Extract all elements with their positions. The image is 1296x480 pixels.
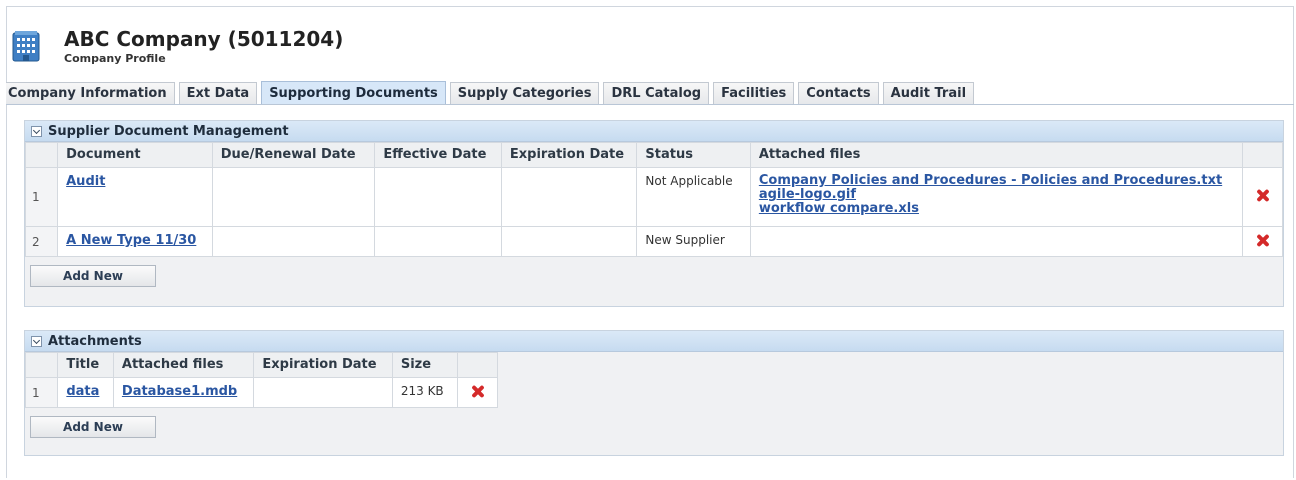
expiration-date-cell [500,226,638,257]
tab-audit-trail[interactable]: Audit Trail [882,82,975,104]
section-header: Supplier Document Management [25,121,1283,142]
delete-column-header [1241,142,1284,168]
attached-file-link[interactable]: Company Policies and Procedures - Polici… [759,174,1234,188]
row-number: 1 [24,167,59,227]
row-number: 1 [24,377,59,408]
attachments-section: Attachments Title Attached files Expirat… [24,330,1284,456]
delete-icon[interactable] [1256,234,1269,247]
attached-files-cell [749,226,1243,257]
column-header-effective-date: Effective Date [374,142,502,168]
table-row: 2 A New Type 11/30 New Supplier [24,226,1284,257]
page-subtitle: Company Profile [64,51,166,65]
column-header-expiration-date: Expiration Date [500,142,638,168]
due-date-cell [211,226,376,257]
table-row: 1 data Database1.mdb 213 KB [24,377,499,408]
tab-ext-data[interactable]: Ext Data [178,82,258,104]
row-number: 2 [24,226,59,257]
column-header-document: Document [57,142,213,168]
attachments-table: Title Attached files Expiration Date Siz… [24,352,499,408]
document-link[interactable]: Audit [66,174,105,189]
attached-file-link[interactable]: Database1.mdb [122,384,237,399]
page-header: ABC Company (5011204) Company Profile [8,24,343,68]
delete-icon[interactable] [1256,189,1269,202]
attached-file-link[interactable]: agile-logo.gif [759,188,1234,202]
collapse-icon[interactable] [31,125,42,137]
tab-drl-catalog[interactable]: DRL Catalog [603,82,710,104]
table-row: 1 Audit Not Applicable Company Policies … [24,167,1284,227]
tab-facilities[interactable]: Facilities [713,82,795,104]
effective-date-cell [374,167,502,227]
row-number-header [24,352,59,378]
delete-column-header [456,352,499,378]
status-cell: New Supplier [636,226,751,257]
document-management-section: Supplier Document Management Document Du… [24,120,1284,307]
building-icon [12,30,40,62]
tab-bar: Company Information Ext Data Supporting … [6,81,1294,105]
column-header-attached-files: Attached files [112,352,255,378]
column-header-status: Status [636,142,751,168]
section-title: Attachments [48,333,142,349]
document-link[interactable]: A New Type 11/30 [66,233,196,248]
effective-date-cell [374,226,502,257]
status-cell: Not Applicable [636,167,751,227]
column-header-size: Size [391,352,458,378]
expiration-date-cell [253,377,393,408]
column-header-attached-files: Attached files [749,142,1243,168]
section-header: Attachments [25,331,1283,352]
attached-file-link[interactable]: workflow compare.xls [759,202,1234,216]
add-new-document-button[interactable]: Add New [30,265,156,287]
collapse-icon[interactable] [31,335,42,347]
tab-supporting-documents[interactable]: Supporting Documents [261,81,446,104]
attached-files-cell: Company Policies and Procedures - Polici… [749,167,1243,227]
tab-supply-categories[interactable]: Supply Categories [449,82,600,104]
size-cell: 213 KB [391,377,458,408]
column-header-due-date: Due/Renewal Date [211,142,376,168]
delete-icon[interactable] [471,385,484,398]
column-header-expiration-date: Expiration Date [253,352,393,378]
expiration-date-cell [500,167,638,227]
section-title: Supplier Document Management [48,123,289,139]
documents-table: Document Due/Renewal Date Effective Date… [24,142,1284,257]
table-header-row: Title Attached files Expiration Date Siz… [24,352,499,378]
table-header-row: Document Due/Renewal Date Effective Date… [24,142,1284,168]
column-header-title: Title [57,352,114,378]
row-number-header [24,142,59,168]
due-date-cell [211,167,376,227]
add-new-attachment-button[interactable]: Add New [30,416,156,438]
attachment-title-link[interactable]: data [66,384,99,399]
tab-contacts[interactable]: Contacts [798,82,879,104]
page-title: ABC Company (5011204) [64,26,344,51]
tab-company-information[interactable]: Company Information [6,82,175,104]
